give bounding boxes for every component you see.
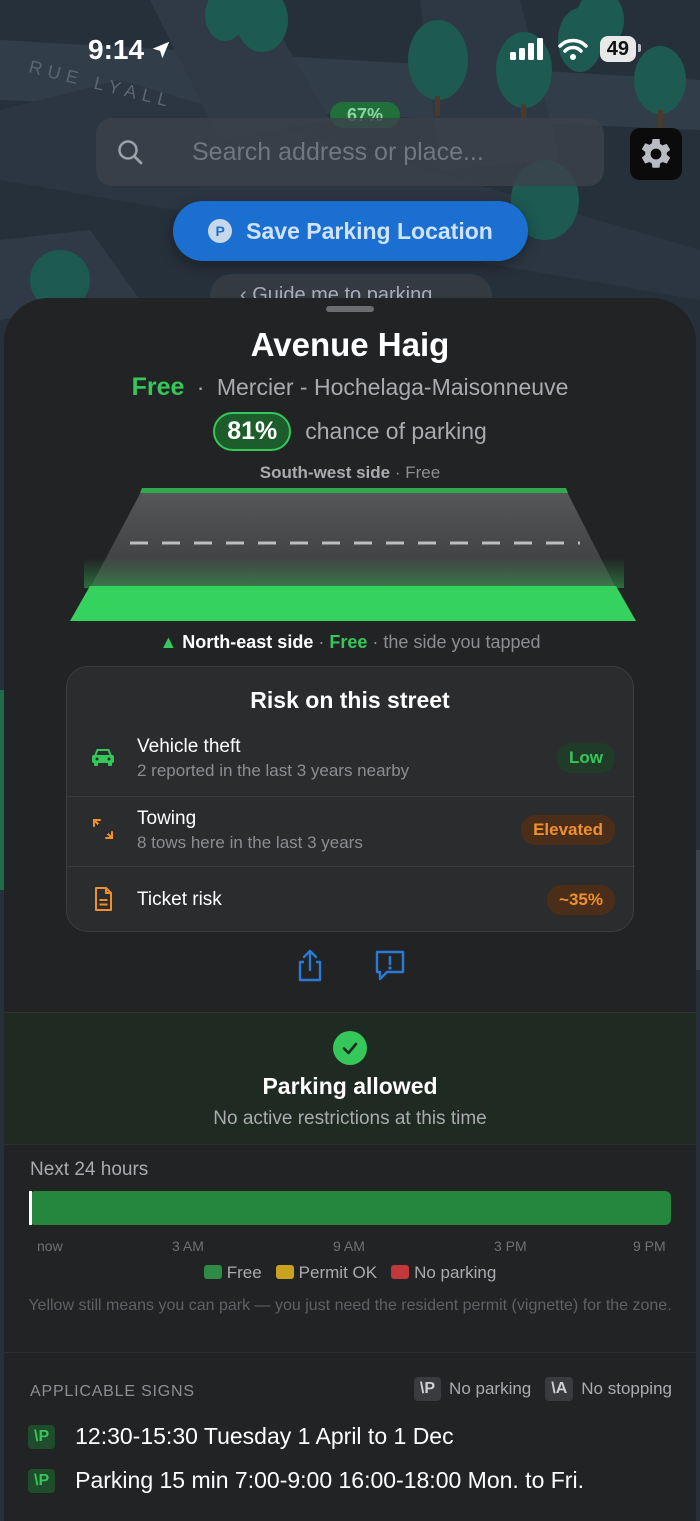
north-east-curb [70, 586, 636, 621]
clock-text: 9:14 [88, 34, 145, 65]
risk-row-towing[interactable]: Towing 8 tows here in the last 3 years E… [67, 796, 635, 866]
risk-level-badge: Elevated [521, 815, 615, 845]
risk-row-ticket[interactable]: Ticket risk ~35% [67, 866, 635, 936]
opposite-side-label[interactable]: South-west side · Free [4, 463, 696, 483]
status-time: 9:14 [88, 34, 172, 66]
legend-swatch-no-parking [391, 1265, 410, 1279]
action-row [4, 948, 696, 984]
parking-sign-icon: \P [28, 1424, 56, 1449]
wifi-icon [558, 38, 588, 60]
parking-status-detail: No active restrictions at this time [213, 1108, 487, 1129]
opposite-side-name: South-west side [259, 463, 391, 482]
parking-status-panel: Parking allowed No active restrictions a… [4, 1012, 696, 1144]
street-title: Avenue Haig [250, 326, 450, 363]
timeline-section: Next 24 hours now 3 AM 9 AM 3 PM 9 PM Fr… [4, 1144, 696, 1352]
risk-subtitle: 2 reported in the last 3 years nearby [137, 761, 410, 780]
signal-icon [509, 38, 543, 60]
opposite-side-status: Free [405, 463, 441, 482]
legend-label: Permit OK [298, 1263, 378, 1282]
legend-label: Free [226, 1263, 262, 1282]
sign-text: 12:30-15:30 Tuesday 1 April to 1 Dec [75, 1423, 454, 1449]
timeline-tick: 9 PM [633, 1238, 666, 1254]
signs-header: APPLICABLE SIGNS [30, 1383, 195, 1400]
chance-percent-badge: 81% [213, 412, 292, 451]
selected-side-glow [84, 558, 624, 588]
separator-dot: · [372, 632, 379, 652]
ticket-document-icon [95, 887, 112, 911]
sheet-drag-handle[interactable] [326, 306, 374, 312]
now-marker [29, 1191, 32, 1225]
risk-subtitle: 8 tows here in the last 3 years [137, 833, 363, 852]
risk-title: Towing [137, 808, 197, 829]
parking-chance: 81% chance of parking [4, 412, 696, 451]
timeline-tick: 3 PM [494, 1238, 527, 1254]
no-parking-sign-icon: \P [413, 1377, 442, 1401]
timeline-note: Yellow still means you can park — you ju… [28, 1297, 672, 1314]
report-bubble-icon [375, 950, 405, 981]
risk-title: Vehicle theft [137, 736, 241, 757]
share-button[interactable] [292, 948, 328, 984]
chance-text: chance of parking [305, 418, 487, 444]
risk-level-badge: Low [557, 743, 615, 773]
tow-arrows-icon [93, 819, 113, 839]
timeline-bar[interactable] [29, 1191, 671, 1225]
selected-side-note: the side you tapped [383, 632, 541, 652]
selected-side-label: ▲ North-east side · Free · the side you … [4, 632, 696, 653]
timeline-tick: now [37, 1238, 63, 1254]
location-arrow-icon [152, 41, 170, 59]
price-label: Free [131, 373, 185, 401]
search-bar[interactable] [96, 118, 604, 186]
parking-sign-icon: \P [28, 1468, 56, 1493]
timeline-ticks: now 3 AM 9 AM 3 PM 9 PM [4, 1238, 696, 1254]
selected-side-marker: ▲ [159, 632, 178, 652]
separator-dot: · [318, 632, 325, 652]
legend-item: Permit OK [275, 1263, 378, 1283]
legend-item: Free [203, 1263, 262, 1283]
save-parking-button[interactable]: P Save Parking Location [173, 201, 528, 261]
signs-key: \P No parking \A No stopping [413, 1377, 672, 1401]
car-icon [92, 749, 114, 766]
risk-card: Risk on this street Vehicle theft 2 repo… [66, 666, 635, 932]
risk-title: Ticket risk [137, 889, 222, 910]
share-icon [298, 949, 322, 982]
gear-icon [641, 138, 671, 168]
street-subtitle: Free · Mercier - Hochelaga-Maisonneuve [4, 373, 696, 402]
battery-indicator: 49 [599, 36, 642, 62]
check-circle-icon [333, 1031, 367, 1065]
separator-dot: · [394, 463, 401, 482]
risk-card-title: Risk on this street [250, 687, 450, 713]
report-issue-button[interactable] [372, 948, 408, 984]
timeline-tick: 3 AM [172, 1238, 204, 1254]
search-input[interactable] [192, 137, 552, 167]
south-west-curb [140, 488, 568, 493]
parking-p-icon: P [208, 219, 233, 243]
risk-level-badge: ~35% [547, 885, 615, 915]
no-stopping-sign-icon: \A [545, 1377, 574, 1401]
legend-label: No parking [414, 1263, 497, 1282]
signs-key-label: No stopping [581, 1379, 672, 1398]
timeline-legend: Free Permit OK No parking [4, 1263, 696, 1283]
legend-swatch-free [203, 1265, 222, 1279]
separator-dot: · [196, 374, 205, 400]
sign-item[interactable]: \P Parking 15 min 7:00-9:00 16:00-18:00 … [28, 1467, 584, 1494]
street-side-diagram[interactable] [64, 488, 636, 628]
selected-side-status: Free [329, 632, 368, 652]
settings-button[interactable] [630, 128, 682, 180]
applicable-signs-section: APPLICABLE SIGNS \P No parking \A No sto… [4, 1352, 696, 1521]
risk-row-vehicle-theft[interactable]: Vehicle theft 2 reported in the last 3 y… [67, 725, 635, 795]
timeline-label: Next 24 hours [30, 1159, 149, 1180]
selected-side-name: North-east side [182, 632, 314, 652]
status-bar: 9:14 49 [0, 0, 700, 100]
legend-item: No parking [391, 1263, 496, 1283]
parking-status-headline: Parking allowed [262, 1073, 438, 1099]
sign-item[interactable]: \P 12:30-15:30 Tuesday 1 April to 1 Dec [28, 1423, 454, 1450]
sign-text: Parking 15 min 7:00-9:00 16:00-18:00 Mon… [75, 1467, 584, 1493]
timeline-tick: 9 AM [333, 1238, 365, 1254]
legend-swatch-permit [275, 1265, 294, 1279]
signs-key-label: No parking [449, 1379, 532, 1398]
search-icon [118, 140, 143, 165]
neighbourhood-label: Mercier - Hochelaga-Maisonneuve [216, 374, 569, 400]
save-parking-label: Save Parking Location [246, 217, 493, 244]
street-detail-sheet: Avenue Haig Free · Mercier - Hochelaga-M… [4, 298, 696, 1521]
